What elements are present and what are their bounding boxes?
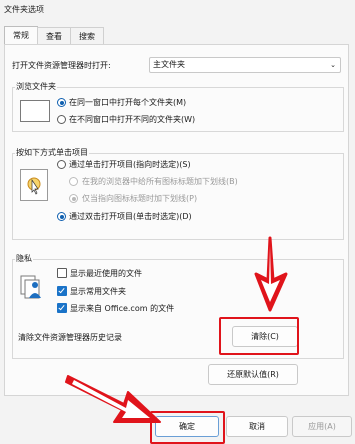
chevron-down-icon: ⌄ [330, 61, 336, 69]
arrow-right-annotation [65, 375, 161, 423]
double-click-radio[interactable] [57, 212, 66, 221]
open-explorer-label: 打开文件资源管理器时打开: [12, 61, 111, 70]
restore-defaults-button[interactable]: 还原默认值(R) [208, 364, 298, 385]
underline-hover-label: 仅当指向图标标题时加下划线(P) [82, 194, 198, 203]
open-explorer-select[interactable]: 主文件夹 ⌄ [149, 57, 341, 73]
clear-button-highlight [219, 317, 299, 355]
privacy-icon [19, 272, 45, 300]
single-click-radio[interactable] [57, 160, 66, 169]
recent-files-checkbox[interactable] [57, 268, 67, 278]
tab-view[interactable]: 查看 [37, 27, 71, 45]
click-items-title: 按如下方式单击项目 [15, 147, 89, 158]
clear-history-label: 清除文件资源管理器历史记录 [18, 333, 122, 342]
cancel-button[interactable]: 取消 [226, 416, 288, 437]
same-window-label: 在同一窗口中打开每个文件夹(M) [69, 98, 187, 107]
browse-folders-group: 浏览文件夹 在同一窗口中打开每个文件夹(M) 在不同窗口中打开不同的文件夹(W) [12, 81, 344, 132]
single-click-label: 通过单击打开项目(指向时选定)(S) [69, 160, 191, 169]
apply-button[interactable]: 应用(A) [292, 416, 352, 437]
double-click-label: 通过双击打开项目(单击时选定)(D) [69, 212, 192, 221]
frequent-folders-checkbox[interactable] [57, 286, 67, 296]
underline-all-label: 在我的浏览器中给所有图标标题加下划线(B) [82, 177, 238, 186]
frequent-folders-label: 显示常用文件夹 [70, 287, 126, 296]
click-cursor-icon [20, 169, 48, 201]
underline-all-radio[interactable] [69, 177, 78, 186]
privacy-title: 隐私 [15, 253, 33, 264]
title-bar: 文件夹选项 [0, 0, 355, 20]
recent-files-label: 显示最近使用的文件 [70, 269, 142, 278]
new-window-radio[interactable] [57, 115, 66, 124]
office-files-label: 显示来自 Office.com 的文件 [70, 304, 175, 313]
arrow-down-annotation [254, 236, 288, 312]
browse-folders-title: 浏览文件夹 [15, 81, 57, 92]
new-window-label: 在不同窗口中打开不同的文件夹(W) [69, 115, 196, 124]
click-items-group: 按如下方式单击项目 通过单击打开项目(指向时选定)(S) 在我的浏览器中给所有图… [12, 147, 344, 240]
tab-search[interactable]: 搜索 [70, 27, 104, 45]
window-title: 文件夹选项 [4, 5, 44, 14]
tab-general[interactable]: 常规 [4, 26, 38, 45]
office-files-checkbox[interactable] [57, 303, 67, 313]
underline-hover-radio[interactable] [69, 194, 78, 203]
same-window-radio[interactable] [57, 98, 66, 107]
open-explorer-value: 主文件夹 [153, 60, 185, 69]
window-icon [20, 100, 50, 122]
